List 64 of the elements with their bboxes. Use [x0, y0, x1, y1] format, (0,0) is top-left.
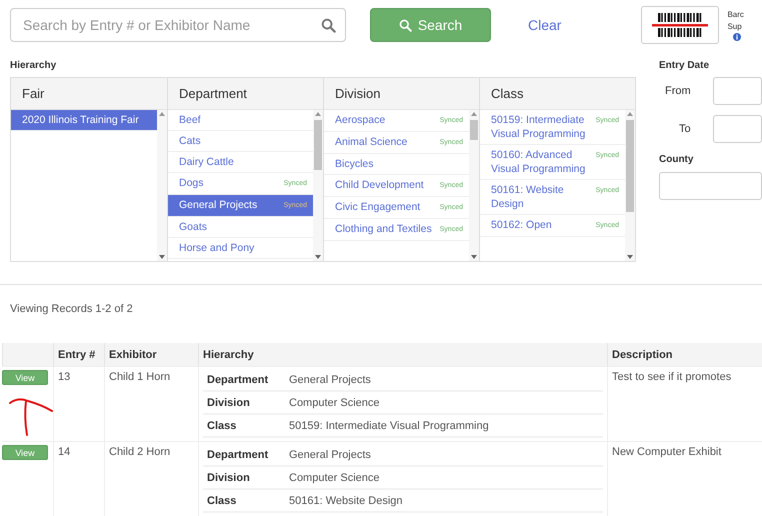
- barcode-caption: Sup: [727, 21, 743, 33]
- barcode-icon: [652, 12, 708, 38]
- hierarchy-field-label: Division: [206, 396, 251, 408]
- entry-number-cell: 13: [53, 366, 104, 441]
- table-header: [2, 343, 53, 366]
- column-header: Fair: [11, 78, 167, 110]
- column-header: Division: [324, 78, 479, 110]
- table-header: Exhibitor: [104, 343, 198, 366]
- scrollbar[interactable]: [469, 110, 479, 261]
- column-header: Class: [480, 78, 635, 110]
- entry-number-cell: 14: [53, 441, 104, 516]
- to-label: To: [678, 123, 692, 135]
- scroll-up-icon[interactable]: [315, 112, 321, 116]
- from-label: From: [664, 85, 692, 97]
- hierarchy-field-value: General Projects: [289, 374, 371, 386]
- scroll-up-icon[interactable]: [471, 112, 477, 116]
- scroll-down-icon[interactable]: [627, 255, 633, 259]
- hierarchy-field-value: 50161: Website Design: [289, 494, 403, 506]
- scroll-thumb[interactable]: [470, 120, 478, 140]
- scroll-up-icon[interactable]: [159, 112, 165, 116]
- hierarchy-field-value: 50159: Intermediate Visual Programming: [289, 420, 489, 432]
- view-button[interactable]: View: [2, 445, 48, 460]
- table-header: Entry #: [53, 343, 104, 366]
- scrollbar[interactable]: [157, 110, 167, 261]
- hierarchy-field-value: Computer Science: [289, 472, 380, 484]
- hierarchy-field-label: Class: [206, 420, 238, 432]
- scrollbar[interactable]: [313, 110, 323, 261]
- scroll-thumb[interactable]: [314, 120, 322, 170]
- barcode-caption: Barc: [727, 9, 744, 21]
- scroll-down-icon[interactable]: [315, 255, 321, 259]
- records-summary: Viewing Records 1-2 of 2: [10, 303, 133, 315]
- from-date-field[interactable]: [713, 77, 762, 105]
- hierarchy-field-label: Division: [206, 472, 251, 484]
- hierarchy-label: Hierarchy: [10, 60, 58, 72]
- search-button[interactable]: Search: [370, 8, 491, 42]
- scroll-down-icon[interactable]: [159, 255, 165, 259]
- clear-link[interactable]: Clear: [528, 17, 562, 33]
- view-button[interactable]: View: [2, 370, 48, 385]
- search-field[interactable]: Search by Entry # or Exhibitor Name: [10, 8, 346, 42]
- exhibitor-cell: Child 2 Horn: [104, 441, 198, 516]
- county-field[interactable]: [659, 172, 762, 200]
- table-header: Description: [607, 343, 762, 366]
- entry-date-label: Entry Date: [659, 60, 710, 72]
- hierarchy-field-value: General Projects: [289, 448, 371, 460]
- hierarchy-field-label: Department: [206, 374, 270, 386]
- county-label: County: [659, 154, 694, 166]
- hierarchy-field-value: Computer Science: [289, 396, 380, 408]
- info-icon: [733, 33, 742, 41]
- hierarchy-field-label: Class: [206, 494, 238, 506]
- scroll-down-icon[interactable]: [471, 255, 477, 259]
- search-icon: [321, 18, 336, 33]
- hierarchy-field-label: Department: [206, 448, 270, 460]
- table-header: Hierarchy: [198, 343, 607, 366]
- description-cell: New Computer Exhibit: [607, 441, 762, 516]
- search-icon: [398, 18, 412, 32]
- exhibitor-cell: Child 1 Horn: [104, 366, 198, 441]
- scroll-up-icon[interactable]: [627, 112, 633, 116]
- to-date-field[interactable]: [713, 115, 762, 143]
- scrollbar[interactable]: [625, 110, 635, 261]
- scroll-thumb[interactable]: [626, 120, 634, 212]
- hierarchy-item[interactable]: 2020 Illinois Training Fair: [11, 110, 157, 131]
- description-cell: Test to see if it promotes: [607, 366, 762, 441]
- column-header: Department: [168, 78, 323, 110]
- barcode-button[interactable]: [641, 6, 720, 44]
